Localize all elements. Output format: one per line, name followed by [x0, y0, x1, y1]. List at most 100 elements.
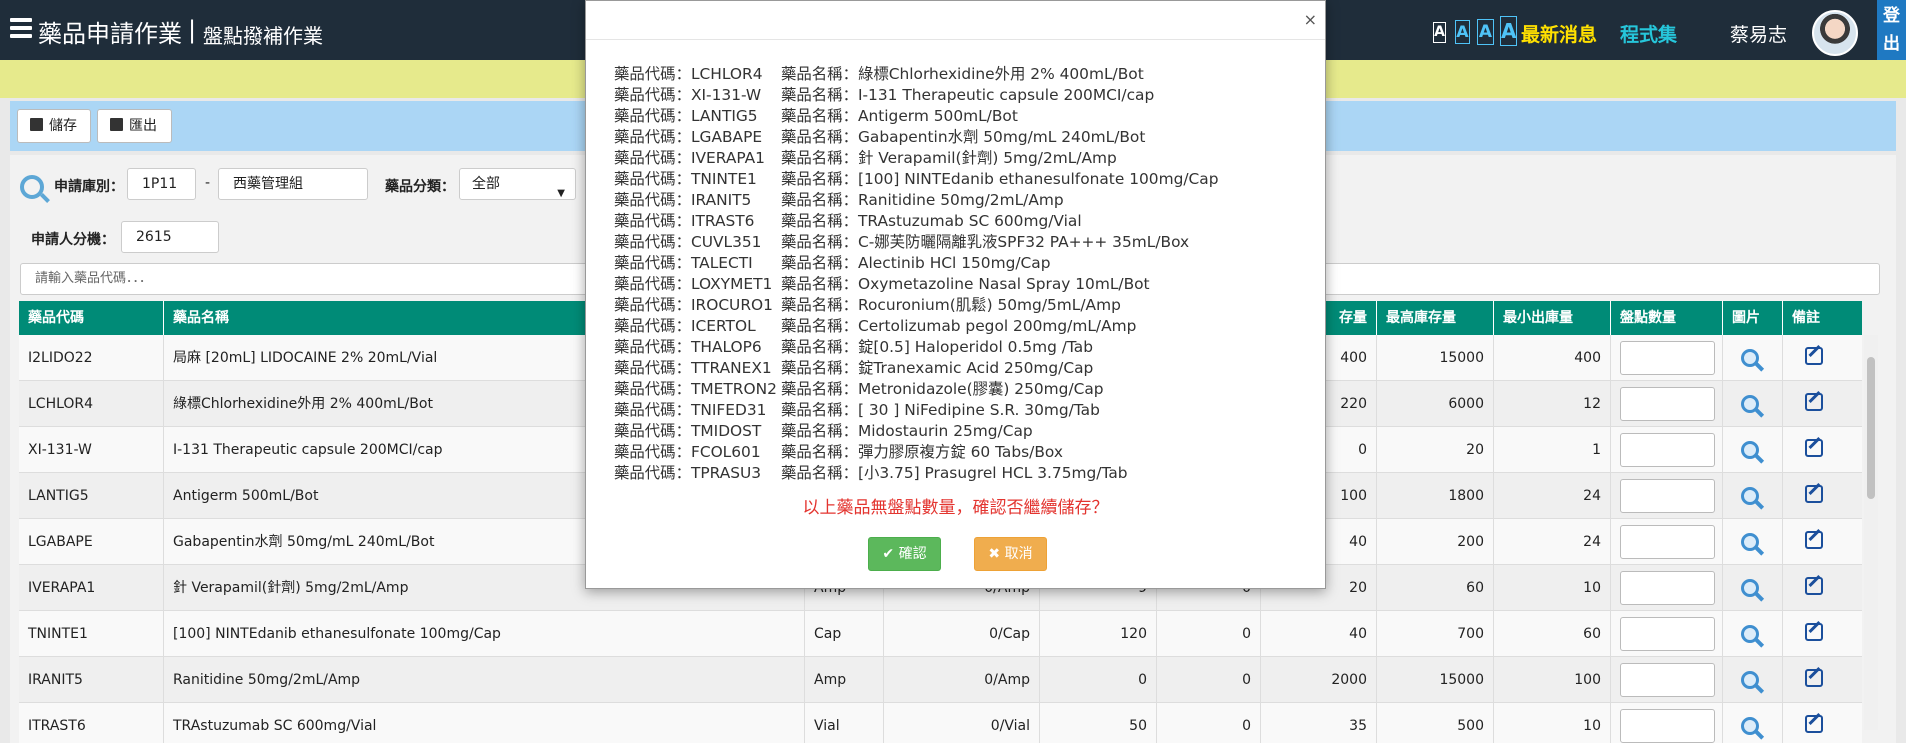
count-input[interactable]	[1620, 479, 1715, 513]
list-item: 藥品代碼：TNINTE1 藥品名稱：[100] NINTEdanib ethane…	[614, 169, 1218, 190]
cell-code: XI-131-W	[19, 427, 164, 473]
hamburger-menu-icon[interactable]	[10, 18, 32, 38]
count-input[interactable]	[1620, 663, 1715, 697]
item-name: 藥品名稱：[ 30 ] NiFedipine S.R. 30mg/Tab	[781, 401, 1100, 419]
edit-icon[interactable]	[1805, 531, 1823, 549]
item-name-value: [100] NINTEdanib ethanesulfonate 100mg/C…	[857, 170, 1219, 188]
edit-icon[interactable]	[1805, 393, 1823, 411]
cell-c6: 0	[1157, 611, 1261, 657]
count-input[interactable]	[1620, 387, 1715, 421]
col-header-min-out[interactable]: 最小出庫量	[1494, 301, 1611, 335]
cell-remark	[1783, 473, 1862, 519]
magnifier-icon[interactable]	[1741, 441, 1759, 459]
list-item: 藥品代碼：TPRASU3 藥品名稱：[小3.75] Prasugrel HCL 3…	[614, 463, 1218, 484]
item-code-label: 藥品代碼：	[614, 254, 691, 272]
item-code-label: 藥品代碼：	[614, 443, 691, 461]
col-header-code[interactable]: 藥品代碼	[19, 301, 164, 335]
col-header-max-stock[interactable]: 最高庫存量	[1377, 301, 1494, 335]
edit-icon[interactable]	[1805, 485, 1823, 503]
col-header-count[interactable]: 盤點數量	[1611, 301, 1723, 335]
item-name-value: 針 Verapamil(針劑) 5mg/2mL/Amp	[857, 149, 1117, 167]
font-size-small-button[interactable]: A	[1433, 22, 1446, 43]
font-size-medium-button[interactable]: A	[1455, 20, 1470, 44]
warehouse-name-field[interactable]: 西藥管理組	[218, 168, 368, 200]
item-name-value: 錠[0.5] Haloperidol 0.5mg /Tab	[857, 338, 1093, 356]
edit-icon[interactable]	[1805, 669, 1823, 687]
table-scrollbar[interactable]	[1864, 335, 1878, 730]
item-code-label: 藥品代碼：	[614, 275, 691, 293]
logout-button[interactable]: 登出	[1877, 0, 1906, 60]
close-icon[interactable]: ×	[1304, 10, 1317, 29]
item-code-value: IVERAPA1	[690, 149, 765, 167]
magnifier-icon[interactable]	[1741, 579, 1759, 597]
warehouse-dash: -	[205, 175, 211, 191]
cell-code: LGABAPE	[19, 519, 164, 565]
list-item: 藥品代碼：LOXYMET1 藥品名稱：Oxymetazoline Nasal Sp…	[614, 274, 1218, 295]
magnifier-icon[interactable]	[1741, 671, 1759, 689]
magnifier-icon[interactable]	[1741, 717, 1759, 735]
magnifier-icon[interactable]	[1741, 533, 1759, 551]
item-code-label: 藥品代碼：	[614, 65, 691, 83]
scrollbar-thumb[interactable]	[1867, 357, 1875, 499]
warehouse-code-field[interactable]: 1P11	[127, 168, 196, 200]
latest-news-link[interactable]: 最新消息	[1521, 20, 1597, 47]
cancel-button-label: 取消	[1004, 546, 1033, 562]
col-header-remark[interactable]: 備註	[1783, 301, 1862, 335]
count-input[interactable]	[1620, 617, 1715, 651]
cell-max: 700	[1377, 611, 1494, 657]
font-size-xlarge-button[interactable]: A	[1500, 16, 1517, 46]
cell-min-out: 60	[1494, 611, 1611, 657]
magnifier-icon[interactable]	[1741, 487, 1759, 505]
count-input[interactable]	[1620, 709, 1715, 743]
item-code-value: LGABAPE	[690, 128, 763, 146]
col-header-image[interactable]: 圖片	[1723, 301, 1783, 335]
magnifier-icon[interactable]	[1741, 395, 1759, 413]
cell-min-out: 10	[1494, 565, 1611, 611]
item-name-value: Metronidazole(膠囊) 250mg/Cap	[857, 380, 1104, 398]
item-code-value: TMIDOST	[690, 422, 762, 440]
cell-max: 15000	[1377, 657, 1494, 703]
cancel-button[interactable]: ✖ 取消	[974, 537, 1047, 571]
item-code: 藥品代碼：FCOL601	[614, 442, 781, 463]
cell-remark	[1783, 519, 1862, 565]
count-input[interactable]	[1620, 525, 1715, 559]
export-button[interactable]: 匯出	[97, 109, 172, 143]
item-code: 藥品代碼：TNIFED31	[614, 400, 781, 421]
cell-c5: 50	[1040, 703, 1157, 743]
cell-count	[1611, 657, 1723, 703]
extension-field[interactable]: 2615	[121, 221, 219, 253]
cell-c6: 0	[1157, 703, 1261, 743]
count-input[interactable]	[1620, 341, 1715, 375]
cell-min-out: 100	[1494, 657, 1611, 703]
list-item: 藥品代碼：FCOL601 藥品名稱：彈力膠原複方錠 60 Tabs/Box	[614, 442, 1218, 463]
chevron-down-icon: ▼	[557, 188, 565, 199]
edit-icon[interactable]	[1805, 623, 1823, 641]
magnifier-icon[interactable]	[1741, 625, 1759, 643]
magnifier-icon[interactable]	[1741, 349, 1759, 367]
edit-icon[interactable]	[1805, 715, 1823, 733]
edit-icon[interactable]	[1805, 439, 1823, 457]
export-icon	[110, 118, 123, 131]
count-input[interactable]	[1620, 433, 1715, 467]
confirm-button[interactable]: ✔ 確認	[868, 537, 941, 571]
edit-icon[interactable]	[1805, 347, 1823, 365]
font-size-large-button[interactable]: A	[1477, 19, 1494, 45]
item-name-label: 藥品名稱：	[781, 107, 858, 125]
save-button[interactable]: 儲存	[17, 109, 91, 143]
item-code: 藥品代碼：LCHLOR4	[614, 64, 781, 85]
confirm-dialog: × 藥品代碼：LCHLOR4 藥品名稱：綠標Chlorhexidine外用 2% …	[585, 0, 1326, 589]
item-name-value: Rocuronium(肌鬆) 50mg/5mL/Amp	[857, 296, 1121, 314]
cell-remark	[1783, 703, 1862, 743]
item-code-value: TTRANEX1	[690, 359, 772, 377]
item-name: 藥品名稱：[小3.75] Prasugrel HCL 3.75mg/Tab	[781, 464, 1128, 482]
item-code-value: ICERTOL	[690, 317, 756, 335]
cell-remark	[1783, 427, 1862, 473]
programs-link[interactable]: 程式集	[1620, 20, 1677, 47]
list-item: 藥品代碼：ITRAST6 藥品名稱：TRAstuzumab SC 600mg/Vi…	[614, 211, 1218, 232]
count-input[interactable]	[1620, 571, 1715, 605]
item-code-value: IRANIT5	[690, 191, 752, 209]
category-select[interactable]: 全部 ▼	[459, 168, 576, 200]
edit-icon[interactable]	[1805, 577, 1823, 595]
item-name-label: 藥品名稱：	[781, 170, 858, 188]
avatar[interactable]	[1812, 10, 1858, 56]
